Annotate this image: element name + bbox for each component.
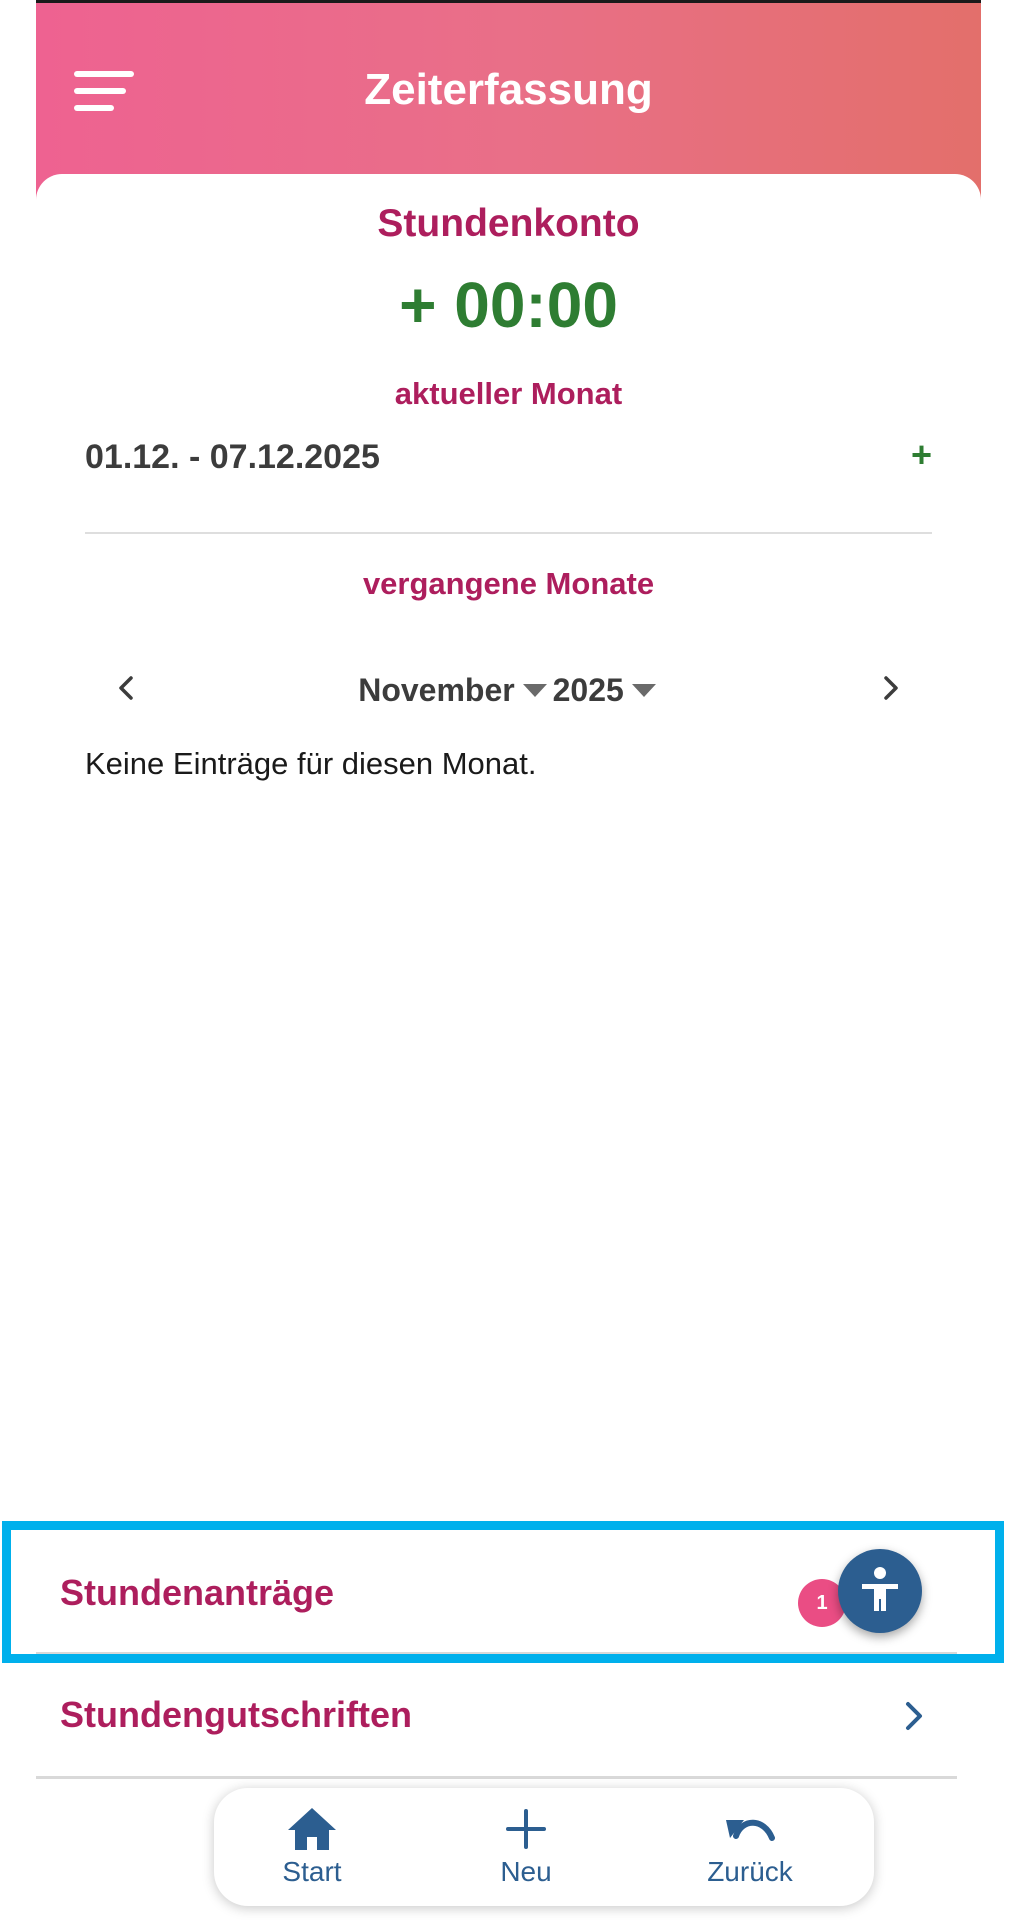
month-year-picker: November 2025 [85, 670, 932, 709]
year-value: 2025 [552, 672, 624, 709]
divider [36, 1776, 957, 1779]
nav-back-label: Zurück [707, 1856, 793, 1887]
chevron-right-icon [906, 1702, 922, 1730]
past-months-label: vergangene Monate [362, 566, 655, 601]
home-icon [288, 1808, 336, 1850]
bottom-navigation: Start Neu Zurück [214, 1788, 874, 1906]
current-period-row[interactable]: 01.12. - 07.12.2025 + [85, 434, 932, 484]
month-value: November [358, 672, 515, 709]
nav-start-label: Start [282, 1856, 342, 1887]
nav-start[interactable]: Start [222, 1806, 402, 1896]
hours-account-card: Stundenkonto + 00:00 aktueller Monat 01.… [36, 174, 981, 1544]
list-item-hour-credits[interactable]: Stundengutschriften [36, 1658, 981, 1772]
divider [36, 1652, 957, 1655]
nav-back[interactable]: Zurück [660, 1806, 840, 1896]
divider [85, 532, 932, 534]
month-navigator: November 2025 [85, 660, 932, 720]
current-month-label: aktueller Monat [394, 376, 623, 411]
empty-month-message: Keine Einträge für diesen Monat. [85, 746, 537, 781]
next-month-button[interactable] [868, 666, 912, 710]
accessibility-button[interactable] [838, 1549, 922, 1633]
caret-down-icon [522, 684, 547, 698]
chevron-right-icon [884, 676, 898, 700]
hour-credits-label: Stundengutschriften [60, 1694, 412, 1735]
nav-new[interactable]: Neu [436, 1806, 616, 1896]
current-period-value[interactable]: + [911, 434, 932, 476]
accessibility-icon [862, 1567, 898, 1611]
caret-down-icon [631, 684, 656, 698]
account-title: Stundenkonto [377, 202, 640, 245]
month-select[interactable]: November [358, 672, 550, 709]
plus-icon [506, 1809, 546, 1849]
hour-requests-label: Stundenanträge [60, 1572, 335, 1613]
nav-new-label: Neu [500, 1856, 552, 1887]
current-period-range: 01.12. - 07.12.2025 [85, 438, 380, 476]
account-balance: + 00:00 [399, 269, 618, 341]
undo-icon [726, 1819, 775, 1841]
year-select[interactable]: 2025 [553, 672, 659, 709]
page-title: Zeiterfassung [364, 65, 653, 114]
